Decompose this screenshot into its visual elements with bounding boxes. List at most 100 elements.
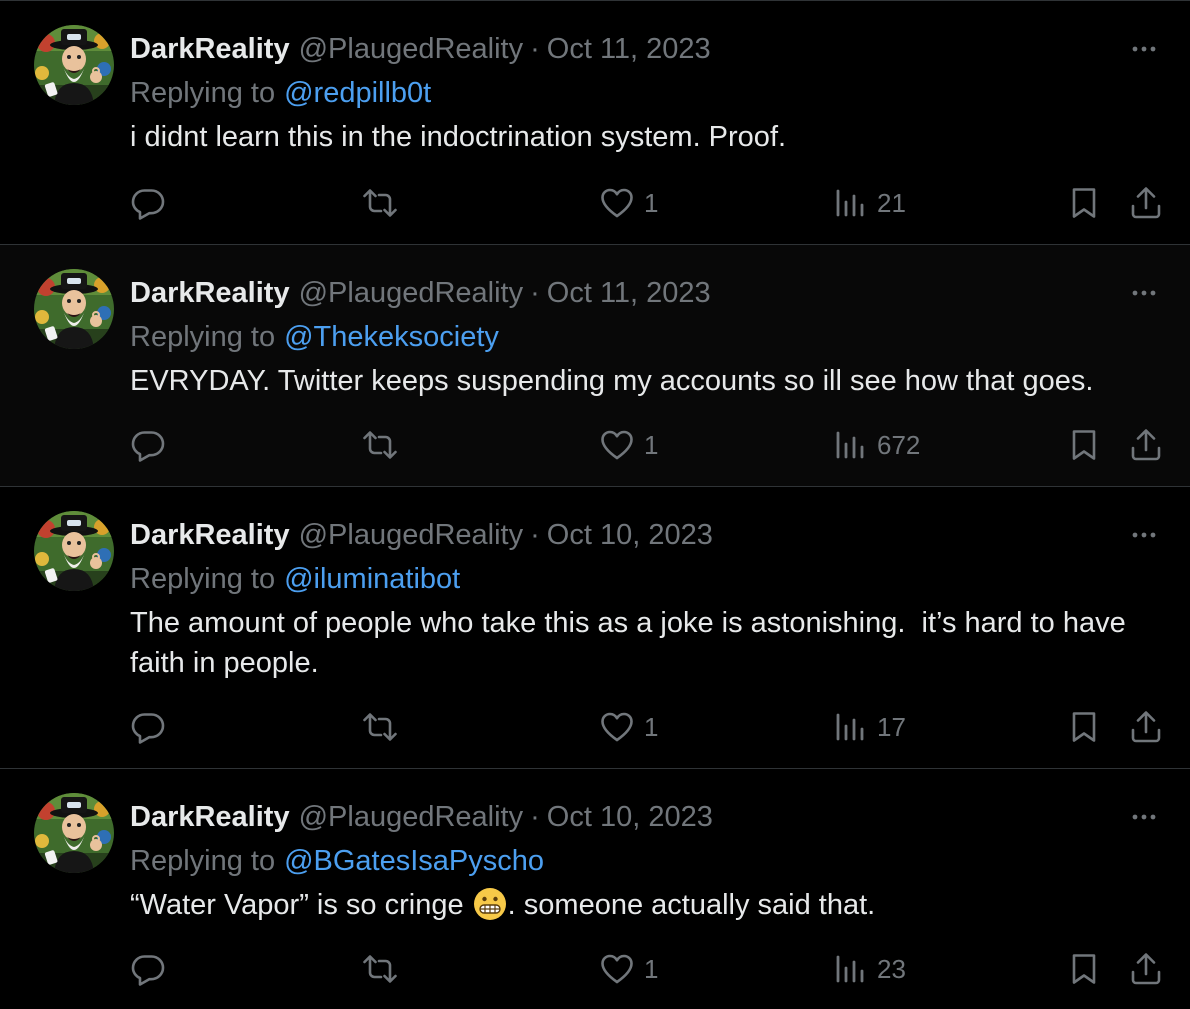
reply-bubble-icon	[130, 185, 166, 221]
retweet-icon	[362, 709, 398, 745]
avatar[interactable]	[34, 793, 114, 873]
views-button[interactable]: 672	[832, 423, 920, 467]
replying-to: Replying to @iluminatibot	[130, 559, 460, 599]
share-button[interactable]	[1128, 947, 1164, 991]
avatar-image	[34, 269, 114, 349]
tweet-date[interactable]: Oct 11, 2023	[547, 277, 711, 310]
view-count: 23	[877, 953, 906, 984]
like-count: 1	[644, 953, 659, 984]
reply-button[interactable]	[130, 705, 166, 749]
retweet-icon	[362, 951, 398, 987]
more-dots-icon	[1126, 31, 1162, 67]
bookmark-button[interactable]	[1066, 423, 1102, 467]
retweet-button[interactable]	[362, 181, 398, 225]
reply-button[interactable]	[130, 181, 166, 225]
tweet-actions: 1 17	[0, 705, 1190, 749]
share-upload-icon	[1128, 709, 1164, 745]
bookmark-button[interactable]	[1066, 181, 1102, 225]
bookmark-button[interactable]	[1066, 705, 1102, 749]
like-count: 1	[644, 711, 659, 742]
user-handle[interactable]: @PlaugedReality	[299, 33, 524, 66]
dot-separator: ·	[530, 518, 540, 551]
tweet-date[interactable]: Oct 10, 2023	[547, 801, 713, 834]
tweet[interactable]: DarkReality @PlaugedReality · Oct 10, 20…	[0, 769, 1190, 1009]
replying-to-label: Replying to	[130, 844, 276, 877]
analytics-bars-icon	[832, 185, 868, 221]
display-name[interactable]: DarkReality	[130, 33, 290, 66]
avatar-image	[34, 793, 114, 873]
user-handle[interactable]: @PlaugedReality	[299, 801, 524, 834]
heart-icon	[599, 951, 635, 987]
replying-to: Replying to @Thekeksociety	[130, 317, 499, 357]
tweet-text: “Water Vapor” is so cringe . someone act…	[130, 885, 1140, 925]
reply-button[interactable]	[130, 947, 166, 991]
avatar[interactable]	[34, 269, 114, 349]
more-dots-icon	[1126, 275, 1162, 311]
reply-mention-link[interactable]: @Thekeksociety	[284, 321, 499, 354]
reply-mention-link[interactable]: @iluminatibot	[284, 563, 460, 596]
analytics-bars-icon	[832, 709, 868, 745]
reply-mention-link[interactable]: @redpillb0t	[284, 77, 431, 110]
tweet[interactable]: DarkReality @PlaugedReality · Oct 10, 20…	[0, 487, 1190, 769]
views-button[interactable]: 17	[832, 705, 906, 749]
replying-to-label: Replying to	[130, 320, 276, 353]
avatar[interactable]	[34, 511, 114, 591]
more-options-button[interactable]	[1126, 275, 1162, 311]
tweet-date[interactable]: Oct 10, 2023	[547, 519, 713, 552]
like-count: 1	[644, 187, 659, 218]
dot-separator: ·	[530, 800, 540, 833]
avatar[interactable]	[34, 25, 114, 105]
tweet-actions: 1 672	[0, 423, 1190, 467]
more-options-button[interactable]	[1126, 517, 1162, 553]
heart-icon	[599, 427, 635, 463]
user-handle[interactable]: @PlaugedReality	[299, 519, 524, 552]
heart-icon	[599, 185, 635, 221]
reply-mention-link[interactable]: @BGatesIsaPyscho	[284, 845, 544, 878]
like-button[interactable]: 1	[599, 705, 658, 749]
bookmark-icon	[1066, 185, 1102, 221]
tweet[interactable]: DarkReality @PlaugedReality · Oct 11, 20…	[0, 245, 1190, 487]
more-dots-icon	[1126, 517, 1162, 553]
tweet-header: DarkReality @PlaugedReality · Oct 11, 20…	[130, 273, 711, 313]
display-name[interactable]: DarkReality	[130, 277, 290, 310]
bookmark-button[interactable]	[1066, 947, 1102, 991]
like-count: 1	[644, 429, 659, 460]
dot-separator: ·	[530, 32, 540, 65]
share-upload-icon	[1128, 951, 1164, 987]
retweet-icon	[362, 427, 398, 463]
tweet-text-start: “Water Vapor” is so cringe	[130, 889, 464, 921]
dot-separator: ·	[530, 276, 540, 309]
like-button[interactable]: 1	[599, 181, 658, 225]
tweet-text: i didnt learn this in the indoctrination…	[130, 121, 787, 153]
reply-bubble-icon	[130, 951, 166, 987]
analytics-bars-icon	[832, 427, 868, 463]
like-button[interactable]: 1	[599, 423, 658, 467]
share-upload-icon	[1128, 427, 1164, 463]
replying-to: Replying to @BGatesIsaPyscho	[130, 841, 544, 881]
heart-icon	[599, 709, 635, 745]
views-button[interactable]: 21	[832, 181, 906, 225]
views-button[interactable]: 23	[832, 947, 906, 991]
more-options-button[interactable]	[1126, 799, 1162, 835]
tweet-date[interactable]: Oct 11, 2023	[547, 33, 711, 66]
share-button[interactable]	[1128, 423, 1164, 467]
user-handle[interactable]: @PlaugedReality	[299, 277, 524, 310]
display-name[interactable]: DarkReality	[130, 801, 290, 834]
retweet-button[interactable]	[362, 947, 398, 991]
display-name[interactable]: DarkReality	[130, 519, 290, 552]
share-button[interactable]	[1128, 705, 1164, 749]
tweet-text: The amount of people who take this as a …	[130, 607, 1134, 679]
bookmark-icon	[1066, 427, 1102, 463]
tweet[interactable]: DarkReality @PlaugedReality · Oct 11, 20…	[0, 1, 1190, 245]
reply-button[interactable]	[130, 423, 166, 467]
share-upload-icon	[1128, 185, 1164, 221]
retweet-button[interactable]	[362, 423, 398, 467]
tweet-text: EVRYDAY. Twitter keeps suspending my acc…	[130, 365, 1094, 397]
share-button[interactable]	[1128, 181, 1164, 225]
view-count: 672	[877, 429, 921, 460]
bookmark-icon	[1066, 951, 1102, 987]
retweet-button[interactable]	[362, 705, 398, 749]
grimacing-face-emoji-icon	[473, 887, 507, 921]
like-button[interactable]: 1	[599, 947, 658, 991]
more-options-button[interactable]	[1126, 31, 1162, 67]
